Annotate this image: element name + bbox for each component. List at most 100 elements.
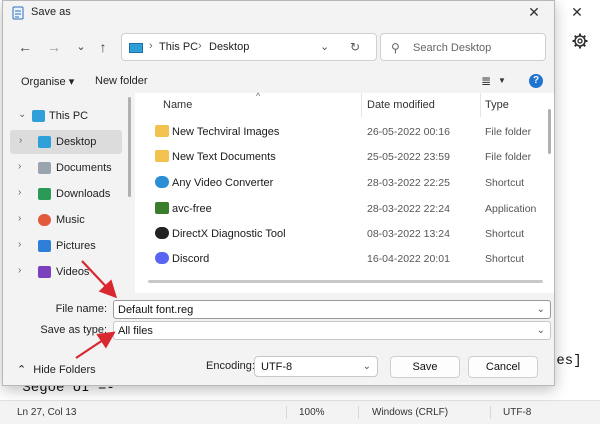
column-header-date[interactable]: Date modified bbox=[367, 99, 435, 111]
breadcrumb-this-pc[interactable]: This PC bbox=[159, 41, 198, 53]
file-name: New Text Documents bbox=[172, 151, 276, 163]
view-dropdown-icon[interactable]: ▼ bbox=[498, 76, 506, 85]
back-button[interactable]: ← bbox=[15, 37, 35, 57]
file-row[interactable]: Discord 16-04-2022 20:01 Shortcut bbox=[135, 246, 540, 271]
file-row[interactable]: avc-free 28-03-2022 22:24 Application bbox=[135, 196, 540, 221]
file-name: New Techviral Images bbox=[172, 126, 280, 138]
sidebar-item-label: This PC bbox=[49, 110, 89, 122]
chevron-right-icon[interactable]: › bbox=[18, 161, 21, 172]
sidebar-item-this-pc[interactable]: ⌄ This PC bbox=[3, 104, 125, 128]
music-icon bbox=[38, 214, 51, 226]
file-type: Shortcut bbox=[485, 253, 525, 265]
chevron-down-icon[interactable]: ⌄ bbox=[537, 304, 545, 315]
folder-icon bbox=[155, 125, 169, 137]
file-date: 28-03-2022 22:25 bbox=[367, 177, 450, 189]
this-pc-icon bbox=[129, 43, 143, 53]
sidebar-item-downloads[interactable]: › Downloads bbox=[3, 182, 125, 206]
dialog-titlebar[interactable]: Save as ✕ bbox=[3, 1, 554, 25]
cancel-button[interactable]: Cancel bbox=[468, 356, 538, 378]
file-name-value: Default font.reg bbox=[118, 304, 194, 316]
file-row[interactable]: DirectX Diagnostic Tool 08-03-2022 13:24… bbox=[135, 221, 540, 246]
navigation-scrollbar[interactable] bbox=[128, 97, 131, 197]
sidebar-item-label: Pictures bbox=[56, 240, 96, 252]
column-header-name[interactable]: Name bbox=[163, 99, 192, 111]
sidebar-item-label: Desktop bbox=[56, 136, 97, 148]
chevron-down-icon[interactable]: ⌄ bbox=[363, 361, 371, 372]
status-bar: Ln 27, Col 13 100% Windows (CRLF) UTF-8 bbox=[0, 400, 600, 424]
save-as-type-select[interactable]: All files ⌄ bbox=[113, 321, 551, 340]
chevron-down-icon[interactable]: ⌄ bbox=[537, 325, 545, 336]
file-type: Application bbox=[485, 203, 537, 215]
forward-button[interactable]: → bbox=[44, 37, 64, 57]
chevron-right-icon[interactable]: › bbox=[19, 135, 22, 146]
file-name: Any Video Converter bbox=[172, 177, 274, 189]
file-name: DirectX Diagnostic Tool bbox=[172, 228, 286, 240]
organise-button[interactable]: Organise ▾ bbox=[21, 75, 74, 88]
file-date: 26-05-2022 00:16 bbox=[367, 126, 450, 138]
notepad-app-icon bbox=[12, 6, 24, 20]
dialog-footer: ⌃ Hide Folders Encoding: UTF-8 ⌄ Save Ca… bbox=[3, 347, 554, 385]
dialog-title: Save as bbox=[31, 6, 71, 18]
hide-folders-button[interactable]: ⌃ Hide Folders bbox=[17, 363, 96, 376]
monitor-icon bbox=[32, 110, 45, 122]
file-row[interactable]: Any Video Converter 28-03-2022 22:25 Sho… bbox=[135, 170, 540, 195]
documents-icon bbox=[38, 162, 51, 174]
file-type: Shortcut bbox=[485, 228, 525, 240]
encoding-label: Encoding: bbox=[206, 360, 255, 372]
file-date: 08-03-2022 13:24 bbox=[367, 228, 450, 240]
file-list-horizontal-scrollbar[interactable] bbox=[148, 280, 543, 283]
up-button[interactable]: ↑ bbox=[93, 37, 113, 57]
sort-ascending-icon: ^ bbox=[256, 91, 261, 101]
sidebar-item-label: Downloads bbox=[56, 188, 111, 200]
file-type: File folder bbox=[485, 126, 532, 138]
chevron-right-icon[interactable]: › bbox=[18, 265, 21, 276]
help-icon[interactable]: ? bbox=[529, 74, 543, 88]
dialog-close-button[interactable]: ✕ bbox=[514, 1, 554, 25]
file-date: 25-05-2022 23:59 bbox=[367, 151, 450, 163]
desktop-icon bbox=[38, 136, 51, 148]
navigation-row: ← → ⌄ ↑ › This PC › Desktop ⌄ ↻ ⚲ Search… bbox=[3, 29, 554, 63]
column-header-type[interactable]: Type bbox=[485, 99, 509, 111]
file-row[interactable]: New Techviral Images 26-05-2022 00:16 Fi… bbox=[135, 119, 540, 144]
breadcrumb-separator: › bbox=[198, 40, 202, 52]
save-as-dialog: Save as ✕ ← → ⌄ ↑ › This PC › Desktop ⌄ … bbox=[2, 0, 555, 386]
status-encoding: UTF-8 bbox=[503, 407, 532, 418]
file-list-vertical-scrollbar[interactable] bbox=[548, 109, 551, 154]
save-button[interactable]: Save bbox=[390, 356, 460, 378]
file-name: avc-free bbox=[172, 203, 212, 215]
chevron-right-icon[interactable]: › bbox=[18, 187, 21, 198]
file-row[interactable]: New Text Documents 25-05-2022 23:59 File… bbox=[135, 144, 540, 169]
sidebar-item-desktop[interactable]: › Desktop bbox=[10, 130, 122, 154]
sidebar-item-label: Videos bbox=[56, 266, 90, 278]
gear-icon[interactable] bbox=[571, 32, 589, 50]
chevron-down-icon[interactable]: ⌄ bbox=[18, 109, 26, 120]
new-folder-button[interactable]: New folder bbox=[95, 75, 148, 87]
navigation-pane: ⌄ This PC › Desktop › Documents › Downlo… bbox=[3, 97, 128, 293]
sidebar-item-label: Music bbox=[56, 214, 85, 226]
search-input[interactable]: ⚲ Search Desktop bbox=[380, 33, 546, 61]
chevron-down-icon[interactable]: ⌄ bbox=[320, 40, 329, 53]
sidebar-item-videos[interactable]: › Videos bbox=[3, 260, 125, 284]
chevron-up-icon: ⌃ bbox=[17, 364, 27, 376]
save-as-type-value: All files bbox=[118, 325, 153, 337]
breadcrumb-desktop[interactable]: Desktop bbox=[209, 41, 249, 53]
sidebar-item-music[interactable]: › Music bbox=[3, 208, 125, 232]
folder-icon bbox=[155, 150, 169, 162]
address-bar[interactable]: › This PC › Desktop ⌄ ↻ bbox=[121, 33, 377, 61]
file-name-field[interactable]: Default font.reg ⌄ bbox=[113, 300, 551, 319]
chevron-right-icon[interactable]: › bbox=[18, 213, 21, 224]
chevron-right-icon[interactable]: › bbox=[18, 239, 21, 250]
status-position: Ln 27, Col 13 bbox=[17, 407, 77, 418]
refresh-icon[interactable]: ↻ bbox=[350, 40, 360, 54]
discord-icon bbox=[155, 252, 169, 264]
sidebar-item-pictures[interactable]: › Pictures bbox=[3, 234, 125, 258]
view-options-icon[interactable]: ≣ bbox=[481, 74, 491, 88]
command-bar: Organise ▾ New folder ≣ ▼ ? bbox=[3, 69, 554, 95]
notepad-close-button[interactable]: ✕ bbox=[554, 0, 600, 24]
encoding-select[interactable]: UTF-8 ⌄ bbox=[254, 356, 378, 377]
sidebar-item-documents[interactable]: › Documents bbox=[3, 156, 125, 180]
hide-folders-label: Hide Folders bbox=[33, 364, 96, 376]
recent-locations-button[interactable]: ⌄ bbox=[71, 37, 91, 57]
breadcrumb-separator: › bbox=[149, 40, 153, 52]
file-date: 28-03-2022 22:24 bbox=[367, 203, 450, 215]
